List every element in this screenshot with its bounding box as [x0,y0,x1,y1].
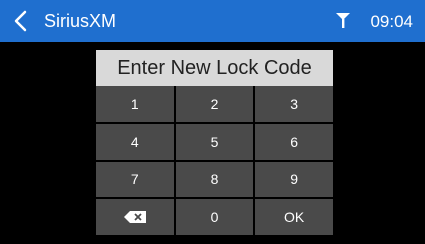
key-9[interactable]: 9 [255,161,333,198]
antenna-signal-icon [335,11,351,29]
backspace-icon [123,211,146,224]
key-1[interactable]: 1 [96,86,174,122]
key-2[interactable]: 2 [175,86,254,122]
key-7[interactable]: 7 [96,161,174,198]
dialog-prompt: Enter New Lock Code [96,50,333,86]
back-button[interactable] [8,7,36,35]
key-3[interactable]: 3 [255,86,333,122]
key-5[interactable]: 5 [175,123,254,160]
backspace-key[interactable] [96,199,174,235]
screen: SiriusXM 09:04 Enter New Lock Code 1 2 3… [0,0,425,244]
key-6[interactable]: 6 [255,123,333,160]
key-4[interactable]: 4 [96,123,174,160]
clock: 09:04 [370,12,413,31]
chevron-left-icon [14,10,27,32]
ok-button[interactable]: OK [255,199,333,235]
app-title: SiriusXM [44,11,117,31]
numeric-keypad: 1 2 3 4 5 6 7 8 9 0 OK [96,86,333,235]
top-bar: SiriusXM 09:04 [0,0,425,42]
key-8[interactable]: 8 [175,161,254,198]
key-0[interactable]: 0 [175,199,254,235]
lock-code-dialog: Enter New Lock Code 1 2 3 4 5 6 7 8 9 0 [94,48,335,236]
